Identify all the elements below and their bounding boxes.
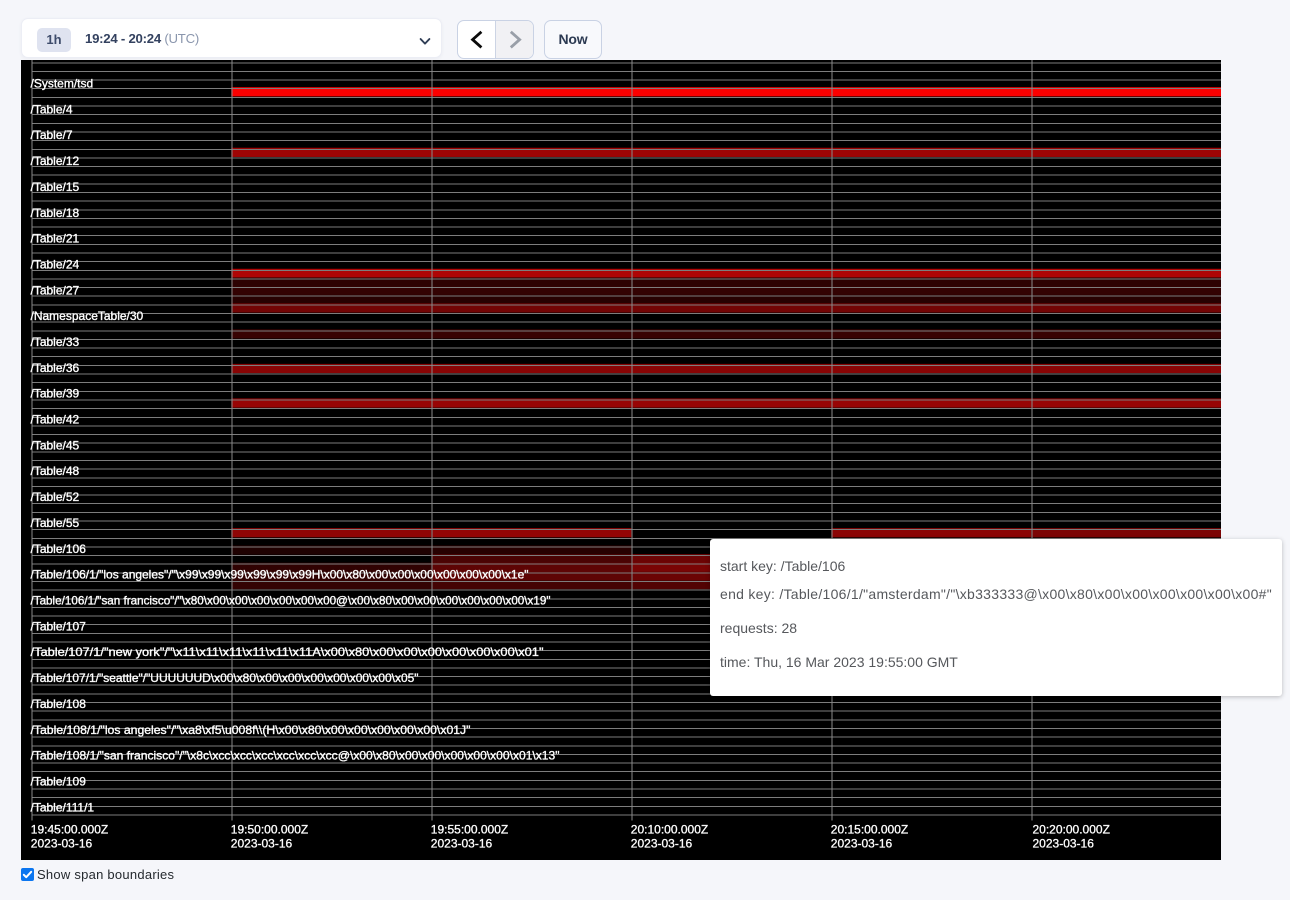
svg-text:/Table/48: /Table/48 <box>31 464 80 478</box>
svg-text:/Table/18: /Table/18 <box>31 206 80 220</box>
svg-text:19:45:00.000Z: 19:45:00.000Z <box>31 822 108 836</box>
svg-text:/NamespaceTable/30: /NamespaceTable/30 <box>31 309 144 323</box>
svg-text:/Table/108/1/"san francisco"/": /Table/108/1/"san francisco"/"\x8c\xcc\x… <box>31 749 560 763</box>
svg-text:19:50:00.000Z: 19:50:00.000Z <box>231 822 308 836</box>
svg-text:2023-03-16: 2023-03-16 <box>431 836 493 850</box>
svg-text:19:55:00.000Z: 19:55:00.000Z <box>431 822 508 836</box>
svg-text:/Table/107/1/"seattle"/"UUUUUU: /Table/107/1/"seattle"/"UUUUUUD\x00\x80\… <box>31 671 419 685</box>
svg-text:20:20:00.000Z: 20:20:00.000Z <box>1033 822 1110 836</box>
svg-text:/Table/106: /Table/106 <box>31 542 87 556</box>
svg-text:/Table/15: /Table/15 <box>31 180 80 194</box>
svg-text:20:10:00.000Z: 20:10:00.000Z <box>631 822 708 836</box>
svg-text:/Table/106/1/"los angeles"/"\x: /Table/106/1/"los angeles"/"\x99\x99\x99… <box>31 568 529 582</box>
svg-text:2023-03-16: 2023-03-16 <box>31 836 93 850</box>
svg-text:/Table/52: /Table/52 <box>31 490 80 504</box>
svg-text:/Table/107: /Table/107 <box>31 619 87 633</box>
svg-text:/Table/33: /Table/33 <box>31 335 80 349</box>
svg-text:/Table/27: /Table/27 <box>31 283 80 297</box>
svg-text:/Table/12: /Table/12 <box>31 154 80 168</box>
svg-text:/System/tsd: /System/tsd <box>31 77 94 91</box>
svg-text:20:15:00.000Z: 20:15:00.000Z <box>831 822 908 836</box>
svg-text:2023-03-16: 2023-03-16 <box>1033 836 1095 850</box>
svg-text:/Table/7: /Table/7 <box>31 128 73 142</box>
svg-text:/Table/36: /Table/36 <box>31 361 80 375</box>
svg-text:/Table/108/1/"los angeles"/"\x: /Table/108/1/"los angeles"/"\xa8\xf5\u00… <box>31 723 471 737</box>
svg-text:/Table/111/1: /Table/111/1 <box>31 800 95 814</box>
svg-text:/Table/107/1/"new york"/"\x11\: /Table/107/1/"new york"/"\x11\x11\x11\x1… <box>31 645 544 659</box>
svg-text:/Table/108: /Table/108 <box>31 697 87 711</box>
svg-text:/Table/24: /Table/24 <box>31 258 80 272</box>
svg-text:/Table/106/1/"san francisco"/": /Table/106/1/"san francisco"/"\x80\x00\x… <box>31 594 551 608</box>
svg-text:/Table/55: /Table/55 <box>31 516 80 530</box>
svg-text:/Table/45: /Table/45 <box>31 438 80 452</box>
svg-text:/Table/4: /Table/4 <box>31 102 73 116</box>
svg-text:2023-03-16: 2023-03-16 <box>631 836 693 850</box>
svg-text:/Table/39: /Table/39 <box>31 387 80 401</box>
svg-text:/Table/21: /Table/21 <box>31 232 80 246</box>
svg-text:2023-03-16: 2023-03-16 <box>831 836 893 850</box>
svg-text:/Table/109: /Table/109 <box>31 775 87 789</box>
svg-text:2023-03-16: 2023-03-16 <box>231 836 293 850</box>
svg-text:/Table/42: /Table/42 <box>31 413 80 427</box>
